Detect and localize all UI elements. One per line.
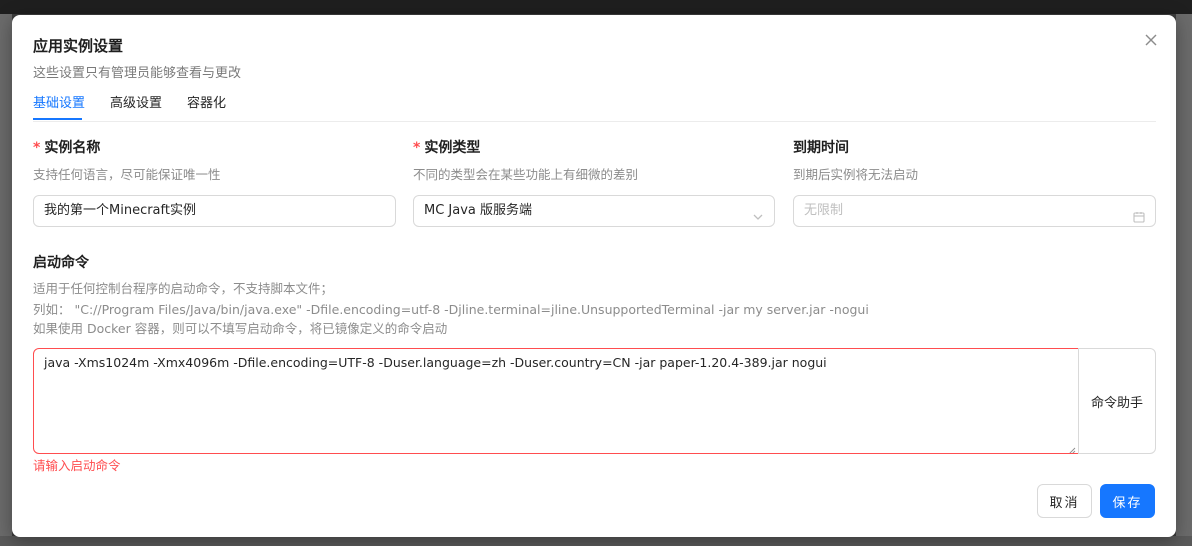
save-button[interactable]: 保存 (1100, 484, 1155, 518)
tab-basic-settings[interactable]: 基础设置 (33, 92, 86, 120)
backdrop-bottom (0, 536, 1192, 546)
startup-command-group: java -Xms1024m -Xmx4096m -Dfile.encoding… (33, 348, 1156, 454)
startup-command-docker-note: 如果使用 Docker 容器，则可以不填写启动命令，将已镜像定义的命令启动 (33, 321, 448, 336)
startup-command-example: 列如： "C://Program Files/Java/bin/java.exe… (33, 302, 869, 317)
backdrop-left (0, 14, 12, 546)
instance-type-label-text: 实例类型 (424, 140, 481, 156)
save-button-label: 保存 (1112, 495, 1143, 511)
active-tab-indicator (33, 118, 82, 120)
cancel-button-label: 取消 (1049, 495, 1080, 511)
instance-settings-dialog: 应用实例设置 这些设置只有管理员能够查看与更改 基础设置 高级设置 容器化 * 实… (12, 15, 1176, 537)
close-icon[interactable] (1142, 31, 1160, 49)
chevron-down-icon (752, 205, 764, 220)
command-helper-label: 命令助手 (1090, 395, 1143, 411)
cancel-button[interactable]: 取消 (1037, 484, 1092, 518)
backdrop-top (0, 0, 1192, 14)
resize-handle-icon[interactable] (1068, 443, 1076, 453)
instance-type-value: MC Java 版服务端 (424, 203, 533, 218)
startup-command-error: 请输入启动命令 (33, 458, 121, 473)
instance-name-hint: 支持任何语言，尽可能保证唯一性 (33, 167, 221, 182)
command-helper-button[interactable]: 命令助手 (1078, 348, 1156, 454)
instance-type-select[interactable]: MC Java 版服务端 (413, 195, 775, 227)
startup-command-label: 启动命令 (33, 255, 89, 271)
dialog-subtitle: 这些设置只有管理员能够查看与更改 (33, 66, 242, 81)
instance-name-value: 我的第一个Minecraft实例 (44, 203, 196, 218)
startup-command-textarea[interactable]: java -Xms1024m -Xmx4096m -Dfile.encoding… (33, 348, 1079, 454)
settings-tabs: 基础设置 高级设置 容器化 (33, 92, 1156, 122)
expire-time-label: 到期时间 (793, 140, 849, 156)
startup-command-desc: 适用于任何控制台程序的启动命令，不支持脚本文件； (33, 281, 334, 296)
instance-name-input[interactable]: 我的第一个Minecraft实例 (33, 195, 396, 227)
required-marker: * (413, 140, 421, 156)
expire-time-placeholder: 无限制 (804, 203, 844, 218)
instance-name-label: * 实例名称 (33, 137, 100, 157)
expire-time-picker[interactable]: 无限制 (793, 195, 1156, 227)
instance-type-hint: 不同的类型会在某些功能上有细微的差别 (413, 167, 639, 182)
tab-label: 基础设置 (33, 96, 86, 111)
instance-name-label-text: 实例名称 (44, 140, 101, 156)
tab-label: 高级设置 (110, 96, 163, 111)
required-marker: * (33, 140, 41, 156)
instance-type-label: * 实例类型 (413, 137, 480, 157)
startup-command-value: java -Xms1024m -Xmx4096m -Dfile.encoding… (44, 355, 827, 370)
tab-advanced-settings[interactable]: 高级设置 (110, 92, 162, 119)
expire-time-hint: 到期后实例将无法启动 (793, 167, 919, 182)
backdrop-right (1176, 14, 1192, 546)
tab-containerization[interactable]: 容器化 (187, 92, 226, 119)
dialog-title: 应用实例设置 (33, 37, 124, 55)
tab-label: 容器化 (187, 96, 227, 111)
calendar-icon (1133, 205, 1145, 223)
